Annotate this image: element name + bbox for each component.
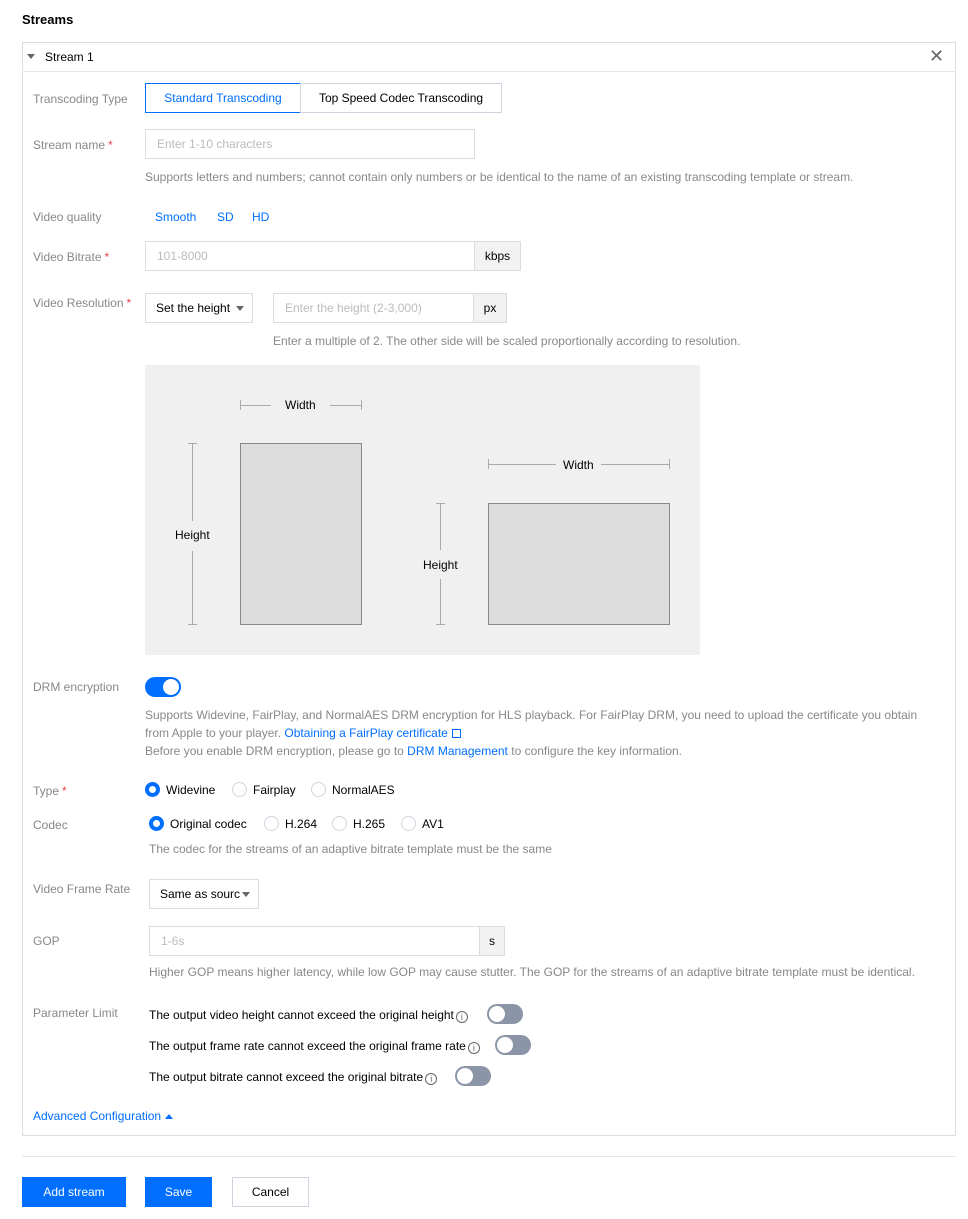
page-title: Streams xyxy=(22,12,74,27)
portrait-frame xyxy=(240,443,362,625)
save-button[interactable]: Save xyxy=(145,1177,212,1207)
drm-hint-line2: from Apple to your player. Obtaining a F… xyxy=(145,726,461,740)
resolution-diagram: Width Height Width Height xyxy=(145,365,700,655)
gop-input[interactable]: 1-6s xyxy=(149,926,480,956)
landscape-width-label: Width xyxy=(563,458,594,472)
dim-line xyxy=(601,464,669,465)
video-bitrate-input[interactable]: 101-8000 xyxy=(145,241,475,271)
caret-up-icon xyxy=(165,1114,174,1119)
top-speed-transcoding-button[interactable]: Top Speed Codec Transcoding xyxy=(300,83,502,113)
stream-panel-header[interactable] xyxy=(22,42,956,72)
footer-divider xyxy=(22,1156,956,1157)
codec-radio-h265[interactable]: H.265 xyxy=(332,816,385,831)
toggle-knob xyxy=(497,1037,513,1053)
video-quality-label: Video quality xyxy=(33,210,102,224)
stream-name-label: Stream name * xyxy=(33,138,113,152)
gop-label: GOP xyxy=(33,934,60,948)
gop-unit: s xyxy=(479,926,505,956)
frame-rate-value: Same as sourc xyxy=(160,887,241,901)
portrait-width-label: Width xyxy=(285,398,316,412)
radio-checked-icon xyxy=(149,816,164,831)
dim-tick xyxy=(188,624,197,625)
drm-management-link[interactable]: DRM Management xyxy=(407,744,508,758)
resolution-mode-select[interactable]: Set the height xyxy=(145,293,253,323)
quality-hd-link[interactable]: HD xyxy=(252,210,269,224)
drm-toggle[interactable] xyxy=(145,677,181,697)
codec-radio-h264[interactable]: H.264 xyxy=(264,816,317,831)
radio-unchecked-icon xyxy=(311,782,326,797)
dim-tick xyxy=(436,624,445,625)
dim-tick xyxy=(361,400,362,410)
radio-unchecked-icon xyxy=(232,782,247,797)
codec-label: Codec xyxy=(33,818,68,832)
radio-checked-icon xyxy=(145,782,160,797)
dim-line xyxy=(240,405,271,406)
param-limit-height-toggle[interactable] xyxy=(487,1004,523,1024)
param-limit-label: Parameter Limit xyxy=(33,1006,118,1020)
transcoding-type-label: Transcoding Type xyxy=(33,92,128,106)
quality-sd-link[interactable]: SD xyxy=(217,210,234,224)
advanced-config-link[interactable]: Advanced Configuration xyxy=(33,1109,174,1123)
toggle-knob xyxy=(489,1006,505,1022)
stream-name-hint: Supports letters and numbers; cannot con… xyxy=(145,170,854,184)
close-icon[interactable]: ✕ xyxy=(929,47,944,65)
portrait-height-label: Height xyxy=(175,528,210,542)
frame-rate-label: Video Frame Rate xyxy=(33,882,131,896)
param-limit-bitrate-text: The output bitrate cannot exceed the ori… xyxy=(149,1070,438,1085)
stream-label: Stream 1 xyxy=(45,50,94,64)
drm-hint-line3: Before you enable DRM encryption, please… xyxy=(145,744,682,758)
external-link-icon xyxy=(451,729,461,738)
radio-unchecked-icon xyxy=(401,816,416,831)
dim-line xyxy=(440,579,441,625)
bitrate-unit: kbps xyxy=(474,241,521,271)
stream-name-input[interactable]: Enter 1-10 characters xyxy=(145,129,475,159)
radio-unchecked-icon xyxy=(332,816,347,831)
codec-radio-original[interactable]: Original codec xyxy=(149,816,247,831)
info-icon[interactable]: i xyxy=(425,1073,438,1085)
codec-radio-av1[interactable]: AV1 xyxy=(401,816,444,831)
type-label: Type * xyxy=(33,784,67,798)
standard-transcoding-button[interactable]: Standard Transcoding xyxy=(145,83,301,113)
gop-hint: Higher GOP means higher latency, while l… xyxy=(149,965,915,979)
drm-hint-line1: Supports Widevine, FairPlay, and NormalA… xyxy=(145,708,918,722)
type-radio-normalaes[interactable]: NormalAES xyxy=(311,782,395,797)
dim-line xyxy=(192,443,193,521)
landscape-frame xyxy=(488,503,670,625)
video-resolution-label: Video Resolution * xyxy=(33,296,132,310)
resolution-height-input[interactable]: Enter the height (2-3,000) xyxy=(273,293,474,323)
param-limit-framerate-toggle[interactable] xyxy=(495,1035,531,1055)
landscape-height-label: Height xyxy=(423,558,458,572)
param-limit-bitrate-toggle[interactable] xyxy=(455,1066,491,1086)
cancel-button[interactable]: Cancel xyxy=(232,1177,309,1207)
toggle-knob xyxy=(457,1068,473,1084)
info-icon[interactable]: i xyxy=(467,1042,480,1054)
info-icon[interactable]: i xyxy=(455,1011,468,1023)
resolution-mode-value: Set the height xyxy=(156,301,231,315)
frame-rate-select[interactable]: Same as sourc xyxy=(149,879,259,909)
type-radio-widevine[interactable]: Widevine xyxy=(145,782,215,797)
video-bitrate-label: Video Bitrate * xyxy=(33,250,110,264)
param-limit-height-text: The output video height cannot exceed th… xyxy=(149,1008,468,1023)
dim-tick xyxy=(669,459,670,469)
type-radio-fairplay[interactable]: Fairplay xyxy=(232,782,296,797)
quality-smooth-link[interactable]: Smooth xyxy=(155,210,196,224)
dim-line xyxy=(330,405,362,406)
resolution-unit: px xyxy=(473,293,507,323)
dim-line xyxy=(440,503,441,550)
codec-hint: The codec for the streams of an adaptive… xyxy=(149,842,552,856)
fairplay-cert-link[interactable]: Obtaining a FairPlay certificate xyxy=(284,726,447,740)
drm-label: DRM encryption xyxy=(33,680,120,694)
resolution-hint: Enter a multiple of 2. The other side wi… xyxy=(273,334,741,348)
dim-line xyxy=(192,551,193,625)
collapse-caret-icon[interactable] xyxy=(27,54,35,59)
radio-unchecked-icon xyxy=(264,816,279,831)
toggle-knob xyxy=(163,679,179,695)
add-stream-button[interactable]: Add stream xyxy=(22,1177,126,1207)
chevron-down-icon xyxy=(242,892,250,897)
dim-line xyxy=(488,464,556,465)
param-limit-framerate-text: The output frame rate cannot exceed the … xyxy=(149,1039,480,1054)
chevron-down-icon xyxy=(236,306,244,311)
